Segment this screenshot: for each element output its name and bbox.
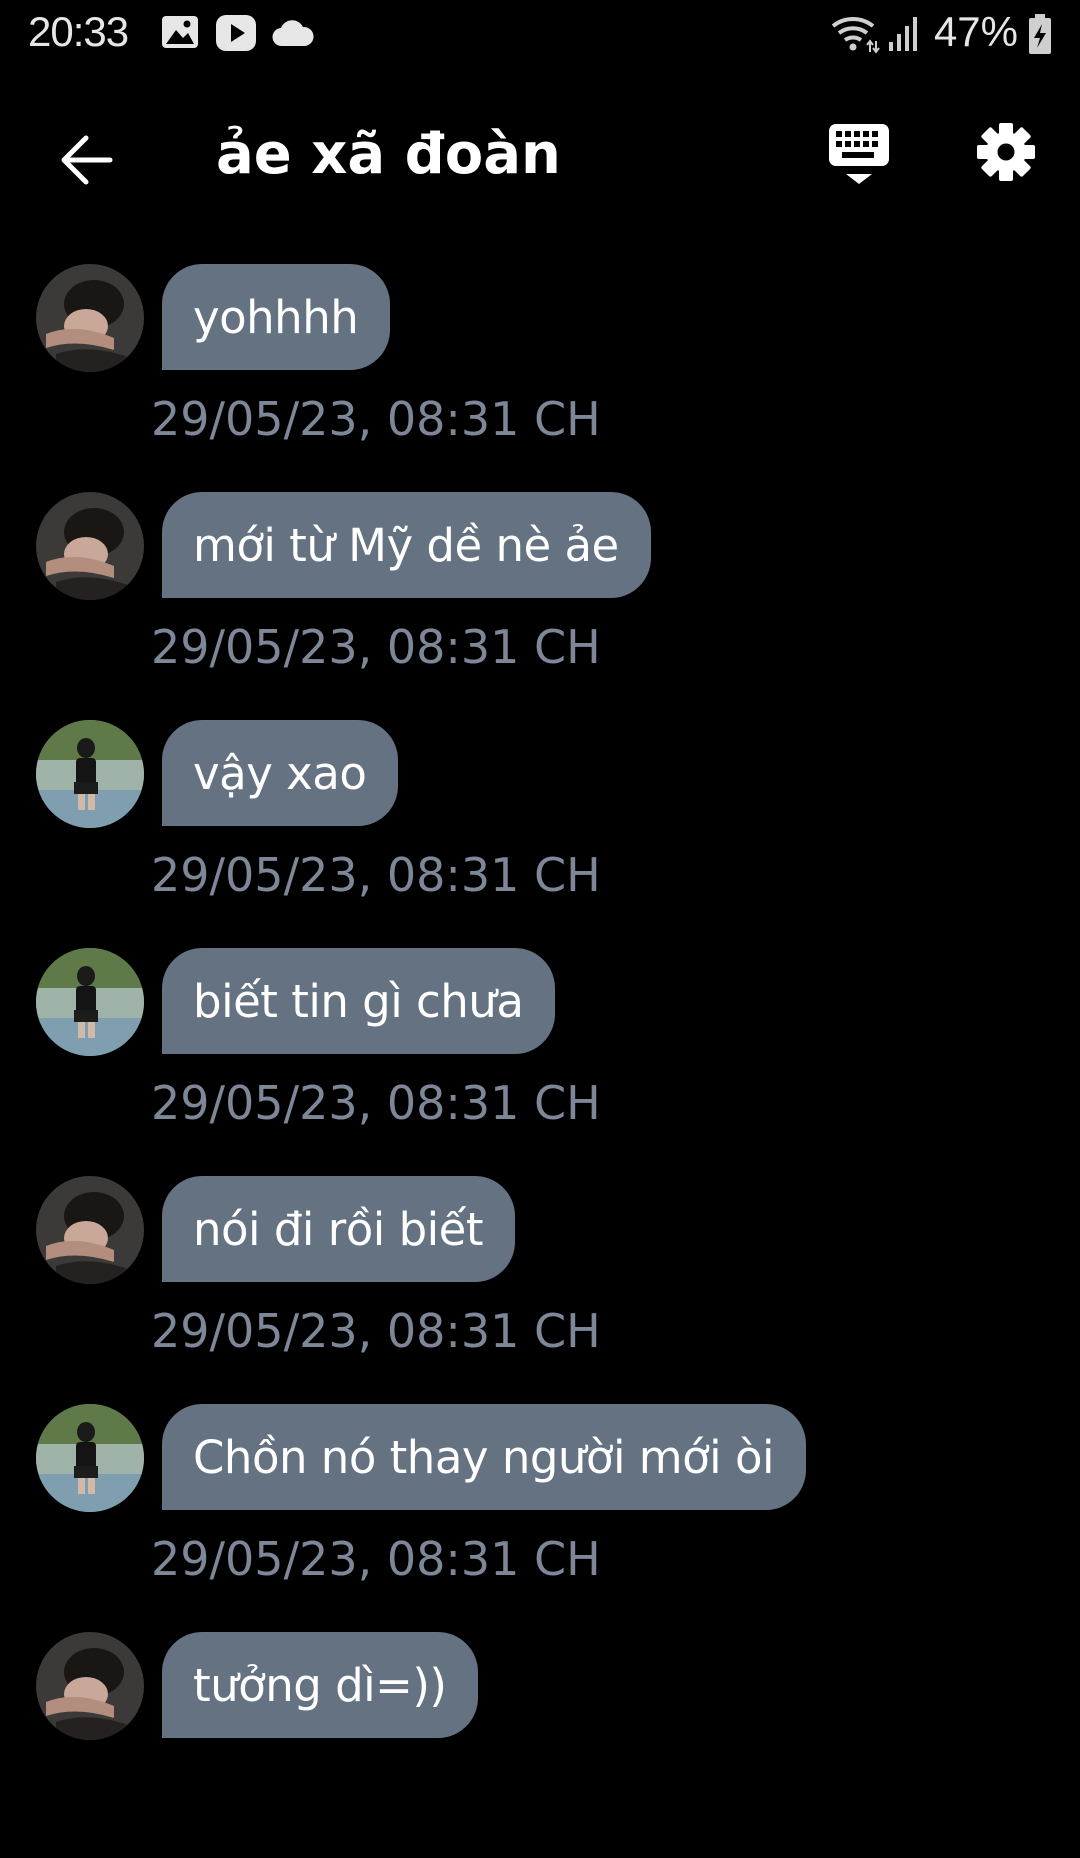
battery-percent: 47% — [933, 8, 1018, 55]
keyboard-icon — [828, 124, 890, 190]
message-text: mới từ Mỹ dề nè ảe — [193, 518, 619, 572]
back-button[interactable] — [48, 124, 124, 200]
message-timestamp: 29/05/23, 08:31 CH — [151, 1304, 601, 1358]
message-bubble[interactable]: nói đi rồi biết — [162, 1176, 515, 1282]
message-bubble[interactable]: vậy xao — [162, 720, 399, 826]
message-text: yohhhh — [193, 290, 359, 344]
chat-title: ảe xã đoàn — [216, 122, 561, 187]
message-text: vậy xao — [193, 746, 367, 800]
message-timestamp: 29/05/23, 08:31 CH — [151, 848, 601, 902]
avatar[interactable] — [36, 1176, 144, 1284]
message-item: mới từ Mỹ dề nè ảe 29/05/23, 08:31 CH — [0, 490, 1080, 718]
message-item: yohhhh 29/05/23, 08:31 CH — [0, 262, 1080, 490]
message-item: biết tin gì chưa 29/05/23, 08:31 CH — [0, 946, 1080, 1174]
arrow-left-icon — [58, 134, 114, 190]
avatar[interactable] — [36, 1404, 144, 1512]
message-bubble[interactable]: tưởng dì=)) — [162, 1632, 479, 1738]
message-text: nói đi rồi biết — [193, 1202, 483, 1256]
message-timestamp: 29/05/23, 08:31 CH — [151, 1076, 601, 1130]
message-item: nói đi rồi biết 29/05/23, 08:31 CH — [0, 1174, 1080, 1402]
message-text: biết tin gì chưa — [193, 974, 524, 1028]
battery-charging-icon — [1028, 14, 1052, 58]
image-icon — [160, 14, 200, 54]
play-icon — [214, 14, 258, 56]
message-bubble[interactable]: Chồn nó thay người mới òi — [162, 1404, 806, 1510]
cloud-icon — [272, 20, 314, 52]
keyboard-toggle-button[interactable] — [828, 122, 900, 202]
status-bar: 20:33 47% — [0, 0, 1080, 72]
message-bubble[interactable]: mới từ Mỹ dề nè ảe — [162, 492, 651, 598]
message-bubble[interactable]: yohhhh — [162, 264, 391, 370]
avatar[interactable] — [36, 492, 144, 600]
chat-header: ảe xã đoàn — [0, 100, 1080, 220]
message-text: Chồn nó thay người mới òi — [193, 1430, 774, 1484]
message-timestamp: 29/05/23, 08:31 CH — [151, 392, 601, 446]
avatar[interactable] — [36, 264, 144, 372]
message-item: tưởng dì=)) — [0, 1630, 1080, 1858]
avatar[interactable] — [36, 948, 144, 1056]
message-timestamp: 29/05/23, 08:31 CH — [151, 620, 601, 674]
settings-button[interactable] — [976, 122, 1042, 192]
message-bubble[interactable]: biết tin gì chưa — [162, 948, 556, 1054]
status-time: 20:33 — [28, 8, 129, 55]
avatar[interactable] — [36, 1632, 144, 1740]
avatar[interactable] — [36, 720, 144, 828]
wifi-icon — [830, 12, 880, 58]
message-item: Chồn nó thay người mới òi 29/05/23, 08:3… — [0, 1402, 1080, 1630]
message-item: vậy xao 29/05/23, 08:31 CH — [0, 718, 1080, 946]
message-timestamp: 29/05/23, 08:31 CH — [151, 1532, 601, 1586]
signal-icon — [888, 14, 922, 56]
message-text: tưởng dì=)) — [193, 1658, 447, 1712]
gear-icon — [976, 123, 1036, 186]
